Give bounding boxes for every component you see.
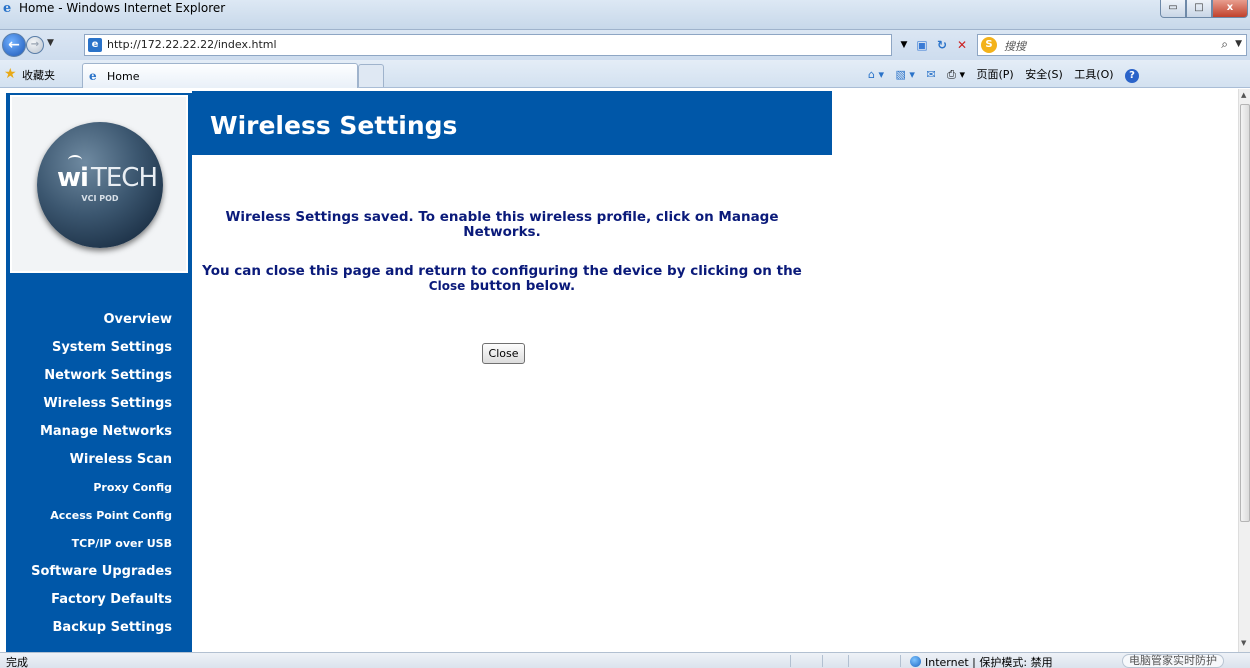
close-window-button[interactable]: x: [1212, 0, 1248, 18]
security-zone[interactable]: Internet | 保护模式: 禁用: [910, 654, 1053, 668]
status-bar: 完成 Internet | 保护模式: 禁用 电脑管家实时防护: [0, 652, 1250, 668]
witech-logo: wi TECH VCI POD: [37, 122, 163, 248]
stop-icon[interactable]: ✕: [953, 36, 971, 54]
search-box[interactable]: S 搜搜 ⌕ ▼: [977, 34, 1247, 56]
home-icon[interactable]: ⌂ ▾: [868, 68, 884, 81]
favorites-star-icon[interactable]: ★: [4, 66, 17, 82]
sidebar-item-tcpip-over-usb[interactable]: TCP/IP over USB: [6, 530, 192, 558]
refresh-icon[interactable]: ↻: [933, 36, 951, 54]
favorites-bar: ★ 收藏夹 e Home ⌂ ▾ ▧ ▾ ✉ ⎙ ▾ 页面(P) 安全(S) 工…: [0, 60, 1250, 88]
command-bar: ⌂ ▾ ▧ ▾ ✉ ⎙ ▾ 页面(P) 安全(S) 工具(O) ?: [868, 66, 1155, 84]
sidebar-nav: Overview System Settings Network Setting…: [6, 306, 192, 642]
sidebar: wi TECH VCI POD Overview System Settings…: [6, 93, 192, 652]
status-text: 完成: [6, 656, 28, 668]
favorites-button[interactable]: 收藏夹: [22, 67, 55, 83]
window-titlebar: e Home - Windows Internet Explorer ▭ □ x: [0, 0, 1250, 30]
page-header: Wireless Settings: [192, 91, 832, 155]
address-bar[interactable]: e http://172.22.22.22/index.html: [84, 34, 892, 56]
status-divider: [790, 655, 791, 667]
recent-pages-dropdown-icon[interactable]: ▼: [47, 38, 54, 48]
sidebar-item-software-upgrades[interactable]: Software Upgrades: [6, 558, 192, 586]
logo-brand-light: TECH: [91, 163, 158, 193]
minimize-button[interactable]: ▭: [1160, 0, 1186, 18]
sidebar-item-access-point-config[interactable]: Access Point Config: [6, 502, 192, 530]
search-input[interactable]: 搜搜: [1004, 38, 1026, 54]
maximize-button[interactable]: □: [1186, 0, 1212, 18]
close-keyword: Close: [428, 279, 466, 293]
search-icon[interactable]: ⌕: [1221, 37, 1228, 52]
saved-message: Wireless Settings saved. To enable this …: [225, 209, 779, 240]
protection-badge[interactable]: 电脑管家实时防护: [1122, 654, 1224, 668]
page-menu[interactable]: 页面(P): [976, 66, 1013, 82]
sidebar-item-wireless-scan[interactable]: Wireless Scan: [6, 446, 192, 474]
mail-icon[interactable]: ✉: [926, 68, 935, 81]
back-button[interactable]: ←: [2, 33, 26, 57]
page-viewport: wi TECH VCI POD Overview System Settings…: [0, 89, 1238, 652]
tab-label: Home: [107, 70, 140, 83]
address-url[interactable]: http://172.22.22.22/index.html: [107, 38, 277, 51]
status-divider: [822, 655, 823, 667]
internet-globe-icon: [910, 656, 921, 667]
ie-logo-icon: e: [3, 1, 12, 16]
page-icon: e: [88, 38, 102, 52]
sidebar-item-manage-networks[interactable]: Manage Networks: [6, 418, 192, 446]
safety-menu[interactable]: 安全(S): [1025, 66, 1063, 82]
scroll-down-icon[interactable]: ▼: [1241, 639, 1246, 647]
security-zone-label: Internet | 保护模式: 禁用: [925, 656, 1053, 668]
help-icon[interactable]: ?: [1125, 68, 1147, 83]
search-options-icon[interactable]: ▼: [1235, 39, 1242, 49]
print-icon[interactable]: ⎙ ▾: [947, 68, 965, 82]
logo-panel: wi TECH VCI POD: [6, 93, 192, 277]
window-title: Home - Windows Internet Explorer: [19, 1, 226, 15]
logo-brand-bold: wi: [57, 163, 89, 193]
compatibility-view-icon[interactable]: ▣: [913, 36, 931, 54]
search-provider-icon[interactable]: S: [981, 37, 997, 53]
scroll-thumb[interactable]: [1240, 104, 1250, 522]
vertical-scrollbar[interactable]: ▲ ▼: [1238, 89, 1250, 652]
sidebar-item-proxy-config[interactable]: Proxy Config: [6, 474, 192, 502]
sidebar-item-backup-settings[interactable]: Backup Settings: [6, 614, 192, 642]
sidebar-item-wireless-settings[interactable]: Wireless Settings: [6, 390, 192, 418]
status-divider: [848, 655, 849, 667]
new-tab-button[interactable]: [358, 64, 384, 87]
sidebar-item-overview[interactable]: Overview: [6, 306, 192, 334]
sidebar-item-system-settings[interactable]: System Settings: [6, 334, 192, 362]
status-divider: [900, 655, 901, 667]
close-button[interactable]: Close: [482, 343, 525, 364]
tools-menu[interactable]: 工具(O): [1074, 66, 1113, 82]
close-instructions: You can close this page and return to co…: [192, 264, 812, 294]
sidebar-item-network-settings[interactable]: Network Settings: [6, 362, 192, 390]
sidebar-item-factory-defaults[interactable]: Factory Defaults: [6, 586, 192, 614]
forward-button[interactable]: →: [26, 36, 44, 54]
close-instructions-tail: button below.: [469, 278, 576, 294]
address-toolbar: ← → ▼ e http://172.22.22.22/index.html ▼…: [0, 30, 1250, 60]
address-dropdown-icon[interactable]: ▼: [895, 36, 913, 54]
tab-home[interactable]: e Home: [82, 63, 358, 88]
feeds-icon[interactable]: ▧ ▾: [896, 68, 915, 81]
close-instructions-text: You can close this page and return to co…: [202, 263, 802, 279]
logo-subtitle: VCI POD: [81, 194, 119, 203]
scroll-up-icon[interactable]: ▲: [1241, 91, 1246, 99]
page-title: Wireless Settings: [210, 111, 458, 140]
logo-background: wi TECH VCI POD: [12, 97, 186, 271]
tab-page-icon: e: [89, 69, 97, 83]
